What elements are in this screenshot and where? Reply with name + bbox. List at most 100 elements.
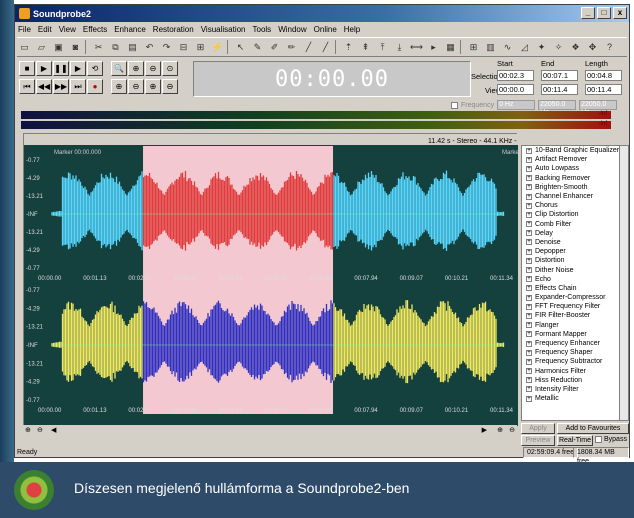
expand-icon[interactable]: + (526, 221, 532, 228)
effect-item[interactable]: +10-Band Graphic Equalizer (522, 146, 628, 155)
zoom-out-icon[interactable]: ⊖ (145, 61, 161, 76)
menu-view[interactable]: View (59, 25, 76, 34)
expand-icon[interactable]: + (526, 303, 532, 310)
zoom-full-icon[interactable]: ⊙ (162, 61, 178, 76)
expand-icon[interactable]: + (526, 175, 532, 182)
menu-help[interactable]: Help (344, 25, 360, 34)
effect-item[interactable]: + Intensity Filter (522, 385, 628, 394)
expand-icon[interactable]: + (526, 312, 532, 319)
effect-item[interactable]: + Flanger (522, 321, 628, 330)
expand-icon[interactable]: + (526, 239, 532, 246)
pen-icon[interactable]: ✐ (267, 40, 282, 55)
zoom-vertical-in-icon[interactable]: ⊕ (497, 426, 503, 434)
grid-icon[interactable]: ▦ (443, 40, 458, 55)
effect-item[interactable]: + Harmonics Filter (522, 367, 628, 376)
brush-icon[interactable]: ✏ (284, 40, 299, 55)
loop-icon[interactable]: ⟲ (87, 61, 103, 76)
effect-item[interactable]: + Distortion (522, 256, 628, 265)
bypass-toggle[interactable]: Bypass (595, 436, 627, 443)
effect-item[interactable]: + Metallic (522, 394, 628, 403)
effect-item[interactable]: + Dither Noise (522, 265, 628, 274)
line2-icon[interactable]: ╱ (318, 40, 333, 55)
play-selection-icon[interactable]: ▸ (426, 40, 441, 55)
play-loop-icon[interactable]: ▶ (70, 61, 86, 76)
redo-icon[interactable]: ↷ (159, 40, 174, 55)
expand-icon[interactable]: + (526, 193, 532, 200)
expand-icon[interactable]: + (526, 257, 532, 264)
zoom-left-icon[interactable]: ⊕ (145, 79, 161, 94)
effect-a-icon[interactable]: ✦ (534, 40, 549, 55)
effect-c-icon[interactable]: ❖ (568, 40, 583, 55)
expand-icon[interactable]: + (526, 377, 532, 384)
menu-file[interactable]: File (18, 25, 31, 34)
help-icon[interactable]: ? (602, 40, 617, 55)
expand-icon[interactable]: + (526, 156, 532, 163)
close-button[interactable]: x (613, 7, 627, 19)
effect-b-icon[interactable]: ✧ (551, 40, 566, 55)
menu-visualisation[interactable]: Visualisation (201, 25, 246, 34)
effect-item[interactable]: + Formant Mapper (522, 330, 628, 339)
pause-icon[interactable]: ❚❚ (53, 61, 69, 76)
effect-item[interactable]: + Auto Lowpass (522, 164, 628, 173)
effect-item[interactable]: + FIR Filter-Booster (522, 311, 628, 320)
spectrum-icon[interactable]: ▥ (483, 40, 498, 55)
expand-icon[interactable]: + (526, 349, 532, 356)
effect-item[interactable]: + FFT Frequency Filter (522, 302, 628, 311)
menu-effects[interactable]: Effects (83, 25, 107, 34)
effect-item[interactable]: + Chorus (522, 201, 628, 210)
expand-icon[interactable]: + (526, 276, 532, 283)
expand-icon[interactable]: + (526, 395, 532, 402)
expand-icon[interactable]: + (526, 211, 532, 218)
frequency-length-field[interactable]: 22050.0 Hz (579, 100, 618, 116)
pencil-icon[interactable]: ✎ (250, 40, 265, 55)
effect-item[interactable]: + Echo (522, 275, 628, 284)
selection-end-field[interactable]: 00:07.1 (541, 70, 578, 81)
view-length-field[interactable]: 00:11.4 (585, 84, 622, 95)
save-icon[interactable]: ▣ (51, 40, 66, 55)
marker-next-icon[interactable]: ⤓ (392, 40, 407, 55)
pointer-icon[interactable]: ↖ (233, 40, 248, 55)
zoom-right-icon[interactable]: ⊖ (162, 79, 178, 94)
copy-icon[interactable]: ⧉ (108, 40, 123, 55)
expand-icon[interactable]: + (526, 248, 532, 255)
selection-start-field[interactable]: 00:02.3 (497, 70, 534, 81)
zero-cross-icon[interactable]: ⚡ (210, 40, 225, 55)
play-icon[interactable]: ▶ (36, 61, 52, 76)
expand-icon[interactable]: + (526, 340, 532, 347)
effect-item[interactable]: + Delay (522, 229, 628, 238)
marker-icon[interactable]: ⇡ (341, 40, 356, 55)
apply-button[interactable]: Apply (521, 423, 555, 434)
effect-item[interactable]: + Frequency Enhancer (522, 339, 628, 348)
expand-icon[interactable]: + (526, 386, 532, 393)
cut-icon[interactable]: ✂ (91, 40, 106, 55)
save-all-icon[interactable]: ◙ (68, 40, 83, 55)
effects-list[interactable]: +10-Band Graphic Equalizer + Artifact Remo… (521, 145, 629, 421)
effect-d-icon[interactable]: ✥ (585, 40, 600, 55)
menu-edit[interactable]: Edit (38, 25, 52, 34)
menu-window[interactable]: Window (278, 25, 306, 34)
expand-icon[interactable]: + (526, 285, 532, 292)
effect-item[interactable]: + Frequency Shaper (522, 348, 628, 357)
menu-enhance[interactable]: Enhance (114, 25, 146, 34)
zoom-vertical-out-icon[interactable]: ⊖ (509, 426, 515, 434)
expand-icon[interactable]: + (526, 322, 532, 329)
effects-scrollbar[interactable] (619, 146, 628, 420)
maximize-button[interactable]: □ (597, 7, 611, 19)
fast-forward-icon[interactable]: ▶▶ (53, 79, 69, 94)
expand-icon[interactable]: + (526, 368, 532, 375)
stop-icon[interactable]: ■ (19, 61, 35, 76)
marker-add-icon[interactable]: ⇞ (358, 40, 373, 55)
frequency-checkbox[interactable] (451, 101, 458, 109)
effect-item[interactable]: + Expander-Compressor (522, 293, 628, 302)
trim-icon[interactable]: ⊟ (176, 40, 191, 55)
effect-item[interactable]: + Artifact Remover (522, 155, 628, 164)
line-icon[interactable]: ╱ (301, 40, 316, 55)
go-end-icon[interactable]: ⏭ (70, 79, 86, 94)
expand-icon[interactable]: + (526, 230, 532, 237)
oscilloscope-icon[interactable]: ∿ (500, 40, 515, 55)
zoom-selection-icon[interactable]: 🔍 (111, 61, 127, 76)
new-file-icon[interactable]: ▭ (17, 40, 32, 55)
scroll-right-icon[interactable]: ▶ (482, 426, 487, 434)
expand-icon[interactable]: + (526, 165, 532, 172)
realtime-button[interactable]: Real-Time (557, 435, 593, 446)
